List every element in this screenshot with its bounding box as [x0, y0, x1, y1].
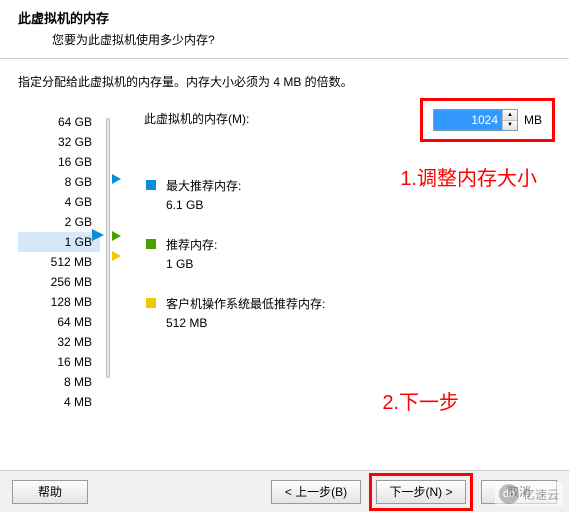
recommendation-label: 推荐内存: — [166, 236, 217, 253]
memory-spinner[interactable]: ▲ ▼ — [433, 109, 518, 131]
scale-label: 8 MB — [18, 372, 100, 392]
scale-label: 256 MB — [18, 272, 100, 292]
next-button-highlight: 下一步(N) > — [369, 473, 473, 511]
max-marker-icon — [112, 174, 121, 184]
wizard-title: 此虚拟机的内存 — [18, 8, 551, 27]
recommendation-row: 推荐内存: 1 GB — [144, 236, 551, 271]
recommendation-value: 6.1 GB — [166, 198, 241, 212]
memory-input-highlight: ▲ ▼ MB — [420, 98, 555, 142]
slider-track[interactable] — [106, 118, 110, 378]
scale-label: 4 MB — [18, 392, 100, 412]
slider-thumb-icon[interactable] — [92, 229, 104, 241]
wizard-content: 指定分配给此虚拟机的内存量。内存大小必须为 4 MB 的倍数。 64 GB32 … — [0, 59, 569, 422]
recommendation-row: 客户机操作系统最低推荐内存: 512 MB — [144, 295, 551, 330]
memory-scale: 64 GB32 GB16 GB8 GB4 GB2 GB1 GB512 MB256… — [18, 106, 100, 412]
scale-label: 16 GB — [18, 152, 100, 172]
next-button[interactable]: 下一步(N) > — [376, 480, 466, 504]
scale-label: 128 MB — [18, 292, 100, 312]
annotation-1: 1.调整内存大小 — [400, 162, 537, 191]
recommendation-value: 512 MB — [166, 316, 325, 330]
rec-marker-icon — [112, 231, 121, 241]
back-button[interactable]: < 上一步(B) — [271, 480, 361, 504]
instruction-text: 指定分配给此虚拟机的内存量。内存大小必须为 4 MB 的倍数。 — [18, 73, 551, 90]
spinner-down-icon[interactable]: ▼ — [503, 121, 517, 131]
help-button[interactable]: 帮助 — [12, 480, 88, 504]
scale-label: 4 GB — [18, 192, 100, 212]
wizard-subtitle: 您要为此虚拟机使用多少内存? — [18, 31, 551, 48]
yellow-square-icon — [146, 298, 156, 308]
watermark-logo-icon: do — [499, 484, 519, 504]
info-column: 此虚拟机的内存(M): ▲ ▼ MB 最大推荐内存:6.1 GB推荐内存:1 G… — [130, 106, 551, 412]
recommendation-label: 最大推荐内存: — [166, 177, 241, 194]
scale-label: 32 GB — [18, 132, 100, 152]
scale-label: 512 MB — [18, 252, 100, 272]
memory-unit: MB — [524, 113, 542, 127]
annotation-2: 2.下一步 — [382, 386, 459, 415]
scale-label: 1 GB — [18, 232, 100, 252]
watermark-text: 亿速云 — [523, 486, 559, 503]
scale-label: 64 MB — [18, 312, 100, 332]
min-marker-icon — [112, 251, 121, 261]
green-square-icon — [146, 239, 156, 249]
recommendation-value: 1 GB — [166, 257, 217, 271]
wizard-header: 此虚拟机的内存 您要为此虚拟机使用多少内存? — [0, 0, 569, 59]
spinner-up-icon[interactable]: ▲ — [503, 110, 517, 121]
scale-label: 8 GB — [18, 172, 100, 192]
memory-input[interactable] — [434, 110, 502, 130]
scale-label: 2 GB — [18, 212, 100, 232]
wizard-footer: 帮助 < 上一步(B) 下一步(N) > 取消 — [0, 470, 569, 512]
watermark: do 亿速云 — [495, 482, 563, 506]
recommendation-label: 客户机操作系统最低推荐内存: — [166, 295, 325, 312]
memory-slider[interactable] — [100, 106, 130, 412]
scale-label: 16 MB — [18, 352, 100, 372]
blue-square-icon — [146, 180, 156, 190]
scale-label: 64 GB — [18, 112, 100, 132]
scale-label: 32 MB — [18, 332, 100, 352]
